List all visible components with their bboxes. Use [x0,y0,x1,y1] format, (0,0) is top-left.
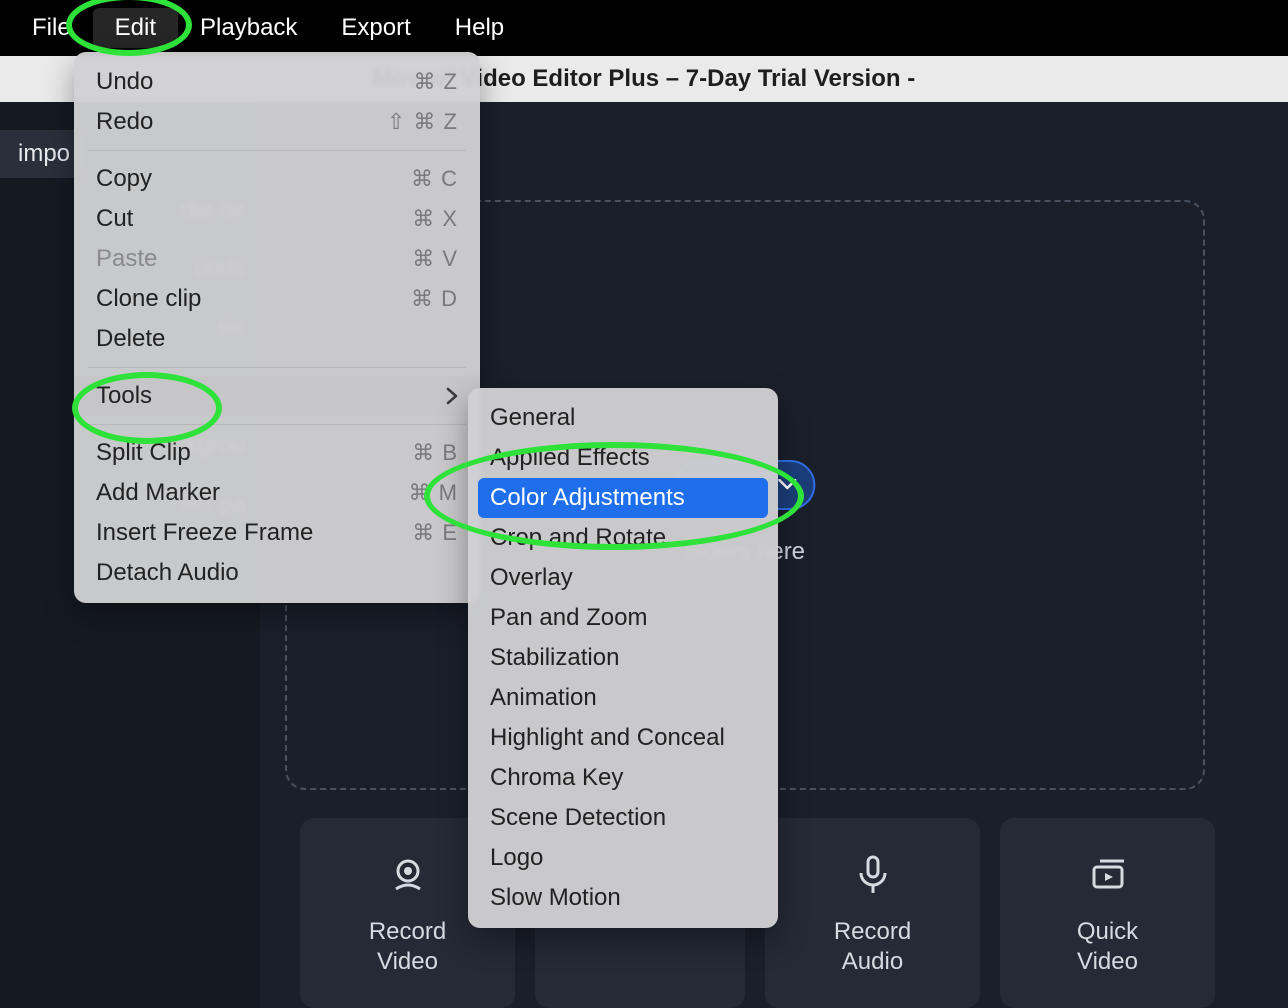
menu-label: Cut [96,205,133,233]
card-line2: Video [1077,948,1138,976]
menu-label: Chroma Key [490,764,623,792]
menu-item-redo[interactable]: Redo ⇧ ⌘ Z [74,102,480,142]
card-line1: Record [834,918,911,946]
menubar-item-edit[interactable]: Edit [93,8,178,48]
menu-label: Redo [96,108,153,136]
menubar-item-export[interactable]: Export [319,8,432,48]
menu-separator [88,424,466,425]
tools-submenu: General Applied Effects Color Adjustment… [468,388,778,928]
menu-item-paste: Paste ⌘ V [74,239,480,279]
menu-shortcut: ⌘ V [412,246,458,272]
menu-shortcut: ⌘ E [412,520,458,546]
menu-shortcut: ⇧ ⌘ Z [387,109,458,135]
submenu-item-stabilization[interactable]: Stabilization [468,638,778,678]
menu-item-tools[interactable]: Tools [74,376,480,416]
camera-icon [388,850,428,900]
submenu-item-general[interactable]: General [468,398,778,438]
menu-shortcut: ⌘ C [411,166,458,192]
menu-label: Detach Audio [96,559,239,587]
menu-item-clone-clip[interactable]: Clone clip ⌘ D [74,279,480,319]
submenu-item-logo[interactable]: Logo [468,838,778,878]
submenu-item-crop-and-rotate[interactable]: Crop and Rotate [468,518,778,558]
menu-label: Logo [490,844,543,872]
menu-separator [88,150,466,151]
menu-label: Animation [490,684,597,712]
card-line2: Video [377,948,438,976]
menu-label: Add Marker [96,479,220,507]
mic-icon [856,850,890,900]
submenu-item-overlay[interactable]: Overlay [468,558,778,598]
menu-label: Overlay [490,564,573,592]
menu-shortcut: ⌘ B [412,440,458,466]
menu-label: General [490,404,575,432]
menu-label: Scene Detection [490,804,666,832]
submenu-item-animation[interactable]: Animation [468,678,778,718]
menu-label: Insert Freeze Frame [96,519,313,547]
menubar-item-help[interactable]: Help [433,8,526,48]
menu-label: Tools [96,382,152,410]
menu-shortcut: ⌘ M [409,480,458,506]
submenu-item-scene-detection[interactable]: Scene Detection [468,798,778,838]
quick-video-card[interactable]: Quick Video [1000,818,1215,1008]
menu-item-cut[interactable]: Cut ⌘ X [74,199,480,239]
card-line1: Record [369,918,446,946]
quick-video-icon [1086,850,1130,900]
menu-shortcut: ⌘ X [412,206,458,232]
submenu-item-slow-motion[interactable]: Slow Motion [468,878,778,918]
menu-label: Split Clip [96,439,191,467]
card-line2: Audio [842,948,903,976]
menu-item-detach-audio[interactable]: Detach Audio [74,553,480,593]
menu-shortcut: ⌘ Z [413,69,458,95]
menu-label: Undo [96,68,153,96]
menu-item-insert-freeze-frame[interactable]: Insert Freeze Frame ⌘ E [74,513,480,553]
record-audio-card[interactable]: Record Audio [765,818,980,1008]
card-line1: Quick [1077,918,1138,946]
menu-item-copy[interactable]: Copy ⌘ C [74,159,480,199]
menubar-item-playback[interactable]: Playback [178,8,319,48]
menu-label: Clone clip [96,285,201,313]
submenu-item-color-adjustments[interactable]: Color Adjustments [478,478,768,518]
menu-label: Color Adjustments [490,484,685,512]
menu-label: Delete [96,325,165,353]
menu-label: Crop and Rotate [490,524,666,552]
menubar: File Edit Playback Export Help [0,0,1288,56]
menu-label: Stabilization [490,644,619,672]
menu-label: Highlight and Conceal [490,724,725,752]
menubar-item-file[interactable]: File [10,8,93,48]
menu-shortcut: ⌘ D [411,286,458,312]
menu-item-undo[interactable]: Undo ⌘ Z [74,62,480,102]
chevron-right-icon [446,387,458,405]
submenu-item-highlight-and-conceal[interactable]: Highlight and Conceal [468,718,778,758]
submenu-item-pan-and-zoom[interactable]: Pan and Zoom [468,598,778,638]
menu-label: Copy [96,165,152,193]
menu-item-add-marker[interactable]: Add Marker ⌘ M [74,473,480,513]
menu-label: Paste [96,245,157,273]
menu-separator [88,367,466,368]
menu-item-delete[interactable]: Delete [74,319,480,359]
menu-item-split-clip[interactable]: Split Clip ⌘ B [74,433,480,473]
menu-label: Slow Motion [490,884,621,912]
menu-label: Pan and Zoom [490,604,647,632]
menu-label: Applied Effects [490,444,650,472]
submenu-item-applied-effects[interactable]: Applied Effects [468,438,778,478]
submenu-item-chroma-key[interactable]: Chroma Key [468,758,778,798]
edit-menu: Undo ⌘ Z Redo ⇧ ⌘ Z Copy ⌘ C Cut ⌘ X Pas… [74,52,480,603]
